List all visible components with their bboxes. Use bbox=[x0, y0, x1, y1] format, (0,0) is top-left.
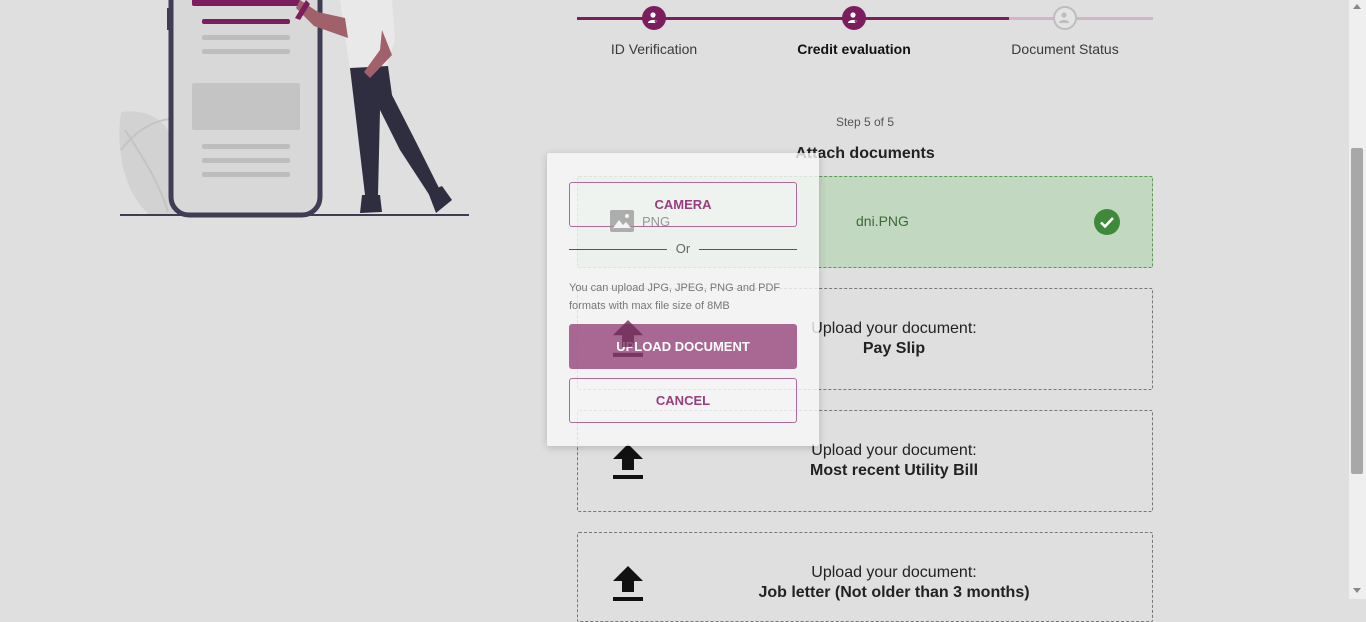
stepper-line-pending bbox=[1009, 17, 1153, 20]
step-counter: Step 5 of 5 bbox=[835, 115, 895, 129]
camera-button[interactable]: CAMERA bbox=[569, 182, 797, 227]
step-document-status-icon bbox=[1053, 6, 1077, 30]
check-circle-icon bbox=[1094, 209, 1120, 235]
cancel-button[interactable]: CANCEL bbox=[569, 378, 797, 423]
step-id-verification-icon bbox=[642, 6, 666, 30]
upload-prompt: Upload your document: bbox=[811, 320, 977, 337]
step-label-id-verification: ID Verification bbox=[610, 41, 698, 57]
or-divider: Or bbox=[569, 241, 797, 257]
step-label-credit-evaluation: Credit evaluation bbox=[797, 41, 911, 57]
page-scrollbar[interactable] bbox=[1349, 0, 1366, 599]
upload-doc-name: Job letter (Not older than 3 months) bbox=[758, 584, 1030, 601]
divider-line bbox=[699, 249, 797, 250]
progress-stepper: ID Verification Credit evaluation Docume… bbox=[577, 0, 1153, 70]
image-icon bbox=[610, 210, 634, 232]
step-credit-evaluation-icon bbox=[842, 6, 866, 30]
upload-prompt: Upload your document: bbox=[811, 442, 977, 459]
scroll-up-arrow-icon[interactable] bbox=[1353, 4, 1361, 9]
file-type-chip: PNG bbox=[610, 210, 670, 232]
scroll-down-arrow-icon[interactable] bbox=[1353, 588, 1361, 593]
upload-prompt: Upload your document: bbox=[811, 564, 977, 581]
step-label-document-status: Document Status bbox=[1011, 41, 1119, 57]
upload-format-note: You can upload JPG, JPEG, PNG and PDF fo… bbox=[569, 282, 781, 312]
upload-icon bbox=[613, 320, 643, 357]
phone-illustration bbox=[119, 0, 469, 218]
upload-options-modal: CAMERA Or You can upload JPG, JPEG, PNG … bbox=[547, 153, 819, 446]
upload-doc-name: Most recent Utility Bill bbox=[809, 462, 979, 479]
upload-document-button[interactable]: UPLOAD DOCUMENT bbox=[569, 324, 797, 369]
uploaded-file-name: dni.PNG bbox=[856, 213, 909, 229]
upload-job-letter[interactable]: Upload your document: Job letter (Not ol… bbox=[577, 532, 1153, 622]
scrollbar-thumb[interactable] bbox=[1351, 148, 1363, 474]
file-type-label: PNG bbox=[642, 213, 671, 229]
